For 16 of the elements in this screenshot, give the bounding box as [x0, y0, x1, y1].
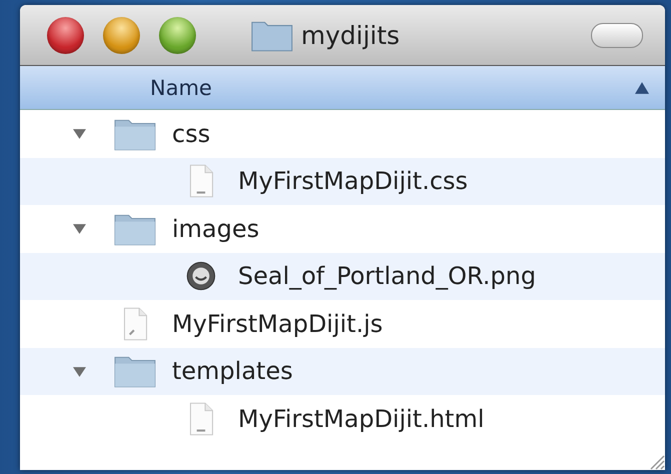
file-name[interactable]: css [172, 120, 210, 148]
minimize-button[interactable] [103, 16, 140, 54]
file-name[interactable]: images [172, 214, 260, 243]
window-title: mydijits [301, 20, 400, 50]
file-name[interactable]: MyFirstMapDijit.html [238, 404, 484, 433]
folder-icon [114, 354, 156, 388]
file-name[interactable]: templates [172, 357, 293, 386]
column-label: Name [150, 76, 213, 100]
zoom-button[interactable] [159, 16, 196, 54]
disclosure-triangle-icon[interactable] [73, 127, 86, 140]
close-button[interactable] [47, 16, 84, 54]
column-header[interactable]: Name [20, 66, 665, 110]
file-name[interactable]: MyFirstMapDijit.js [172, 310, 383, 338]
disclosure-triangle-icon[interactable] [73, 364, 86, 378]
toolbar-toggle-button[interactable] [591, 22, 643, 48]
disclosure-triangle-icon[interactable] [73, 222, 86, 236]
